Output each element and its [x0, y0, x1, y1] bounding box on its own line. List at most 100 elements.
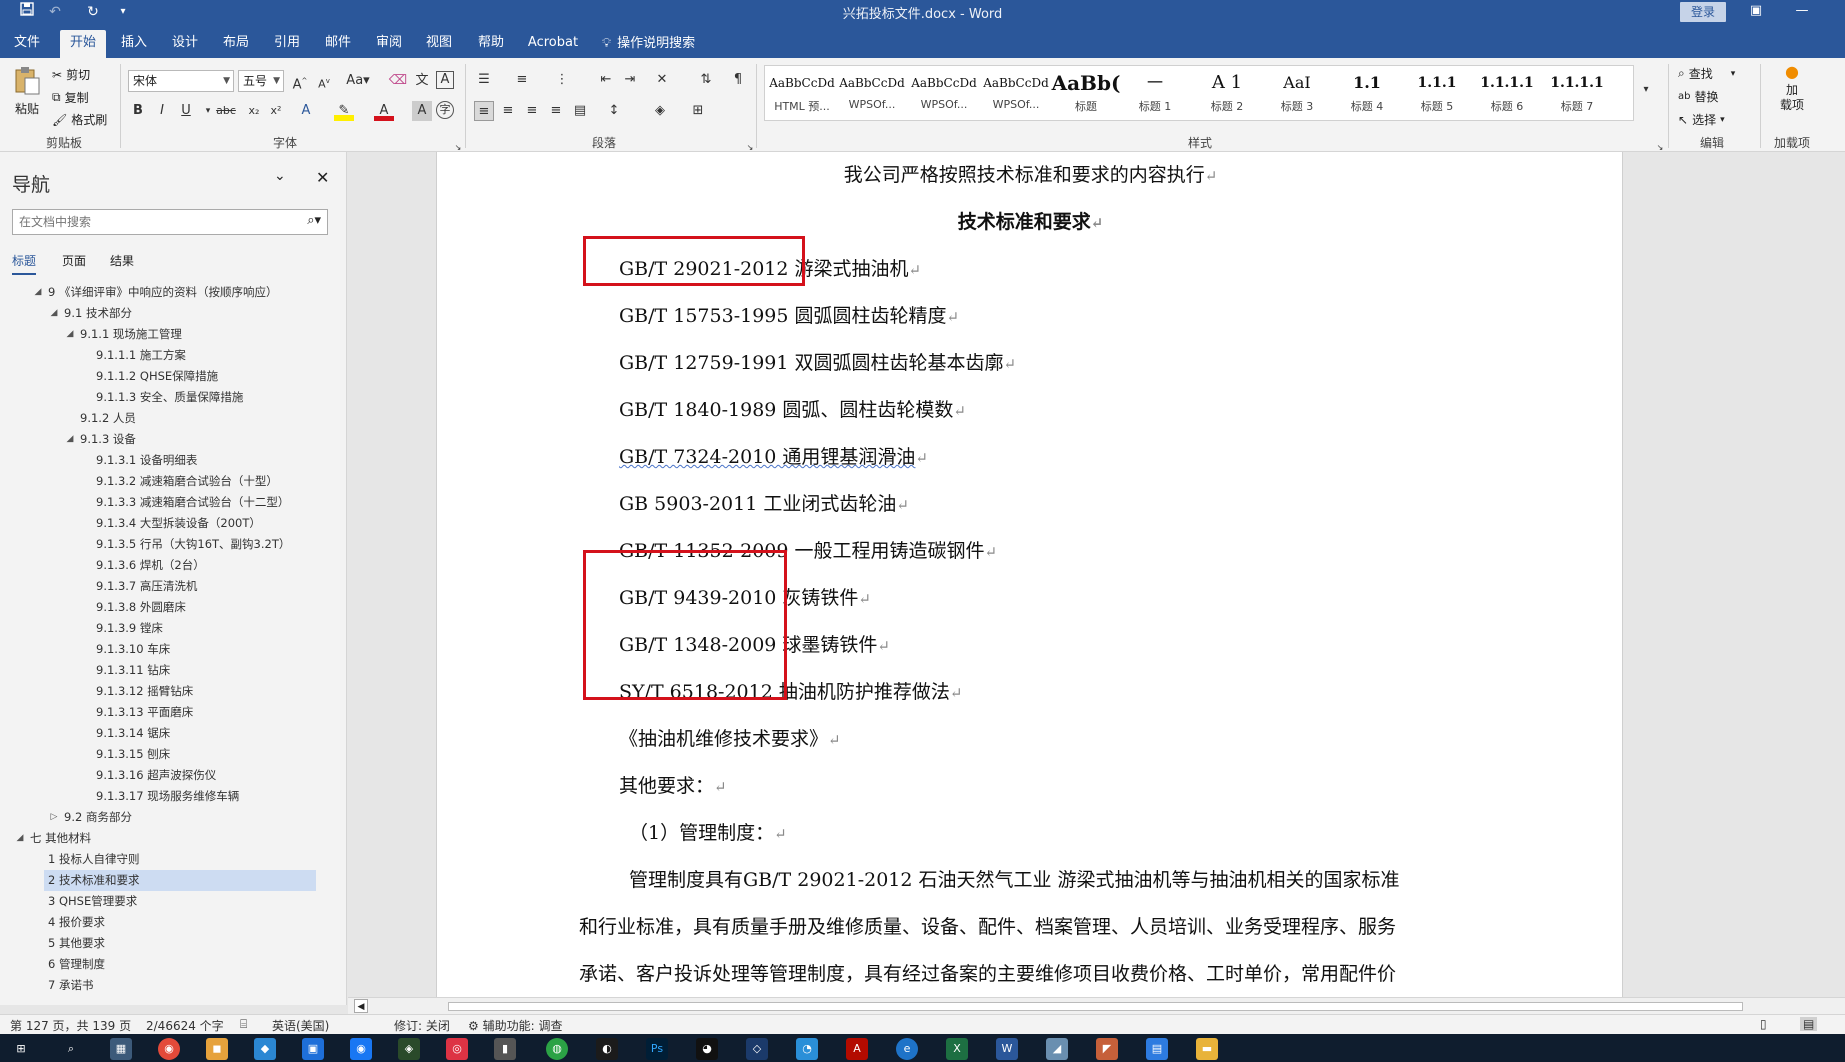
distributed-icon[interactable]: ▤: [570, 101, 590, 121]
style-item[interactable]: AaBbCcDd WPSOf...: [981, 68, 1051, 120]
nav-outline-item[interactable]: 9.1.3.4 大型拆装设备（200T）: [0, 513, 346, 534]
nav-outline-item[interactable]: 9.1.3.1 设备明细表: [0, 450, 346, 471]
tab-layout[interactable]: 布局: [216, 30, 256, 58]
chevron-down-icon[interactable]: ▾: [198, 101, 218, 121]
document-paragraph[interactable]: GB/T 15753-1995 圆弧圆柱齿轮精度↵: [619, 301, 959, 328]
numbering-icon[interactable]: ≡: [512, 70, 532, 90]
find-button[interactable]: ⌕ 查找 ▾: [1678, 65, 1735, 82]
wechat-icon[interactable]: ◍: [546, 1038, 568, 1060]
format-painter-button[interactable]: 🖌︎ 格式刷: [52, 111, 107, 128]
nav-outline-item[interactable]: ◢ 七 其他材料: [0, 828, 346, 849]
nav-outline-item[interactable]: 3 QHSE管理要求: [0, 891, 346, 912]
nav-outline-item[interactable]: 9.1.3.8 外圆磨床: [0, 597, 346, 618]
document-paragraph[interactable]: GB 5903-2011 工业闭式齿轮油↵: [619, 489, 909, 516]
document-paragraph[interactable]: 技术标准和要求↵: [437, 207, 1624, 234]
nav-outline-item[interactable]: 9.1.3.14 锯床: [0, 723, 346, 744]
borders-icon[interactable]: ⊞: [688, 101, 708, 121]
style-item[interactable]: AaBbCcDd WPSOf...: [909, 68, 979, 120]
track-changes-status[interactable]: 修订: 关闭: [394, 1017, 450, 1034]
shrink-font-icon[interactable]: Av: [314, 71, 334, 91]
nav-outline-item[interactable]: 4 报价要求: [0, 912, 346, 933]
nav-outline-item[interactable]: 6 管理制度: [0, 954, 346, 975]
highlight-icon[interactable]: ✎: [334, 101, 354, 121]
document-area[interactable]: 我公司严格按照技术标准和要求的内容执行↵ 技术标准和要求↵ GB/T 29021-2…: [348, 152, 1845, 997]
copy-button[interactable]: ⧉ 复制: [52, 89, 89, 106]
nav-outline-item[interactable]: 9.1.1.2 QHSE保障措施: [0, 366, 346, 387]
expand-icon[interactable]: ▷: [48, 807, 60, 828]
style-item[interactable]: AaI 标题 3: [1262, 68, 1332, 120]
underline-icon[interactable]: U: [176, 101, 196, 121]
nav-outline-item[interactable]: ▷ 9.2 商务部分: [0, 807, 346, 828]
nav-outline-item[interactable]: 9.1.3.7 高压清洗机: [0, 576, 346, 597]
scroll-thumb[interactable]: [448, 1002, 1743, 1011]
nav-tab-results[interactable]: 结果: [110, 252, 134, 269]
app-icon[interactable]: ◇: [746, 1038, 768, 1060]
horizontal-scrollbar[interactable]: ◀: [348, 997, 1845, 1014]
align-left-icon[interactable]: ≡: [474, 101, 494, 121]
tab-design[interactable]: 设计: [165, 30, 205, 58]
style-item[interactable]: A 1 标题 2: [1192, 68, 1262, 120]
clear-formatting-icon[interactable]: ⌫: [388, 71, 408, 91]
chevron-down-icon[interactable]: ⌄: [274, 168, 286, 184]
app-icon[interactable]: ▮: [494, 1038, 516, 1060]
minimize-icon[interactable]: —: [1790, 2, 1814, 22]
nav-tab-headings[interactable]: 标题: [12, 252, 37, 275]
style-item[interactable]: AaBbCcDd HTML 预...: [767, 68, 837, 120]
windows-start-icon[interactable]: ⊞: [10, 1038, 32, 1060]
document-paragraph[interactable]: 《抽油机维修技术要求》↵: [619, 724, 841, 751]
tab-references[interactable]: 引用: [267, 30, 307, 58]
language[interactable]: 英语(美国): [272, 1017, 329, 1034]
photoshop-icon[interactable]: Ps: [646, 1038, 668, 1060]
line-spacing-icon[interactable]: ↕: [604, 101, 624, 121]
style-item[interactable]: 1.1 标题 4: [1332, 68, 1402, 120]
collapse-icon[interactable]: ◢: [64, 324, 76, 345]
enclose-characters-icon[interactable]: 字: [436, 101, 454, 119]
superscript-icon[interactable]: x²: [266, 101, 286, 121]
show-marks-icon[interactable]: ¶: [728, 70, 748, 90]
close-icon[interactable]: ✕: [316, 168, 329, 187]
collapse-icon[interactable]: ◢: [14, 828, 26, 849]
excel-icon[interactable]: X: [946, 1038, 968, 1060]
app-icon[interactable]: ◼: [206, 1038, 228, 1060]
tab-home[interactable]: 开始: [60, 30, 106, 58]
nav-outline-item[interactable]: 9.1.3.3 减速箱磨合试验台（十二型）: [0, 492, 346, 513]
nav-outline-item[interactable]: 9.1.3.10 车床: [0, 639, 346, 660]
word-icon[interactable]: W: [996, 1038, 1018, 1060]
nav-search-input[interactable]: [13, 210, 283, 234]
nav-tab-pages[interactable]: 页面: [62, 252, 86, 269]
nav-outline-item[interactable]: ◢ 9 《详细评审》中响应的资料（按顺序响应）: [0, 282, 346, 303]
nav-outline-item[interactable]: 9.1.2 人员: [0, 408, 346, 429]
nav-outline-item[interactable]: 9.1.3.12 摇臂钻床: [0, 681, 346, 702]
nav-outline-item[interactable]: 9.1.3.15 刨床: [0, 744, 346, 765]
collapse-icon[interactable]: ◢: [48, 303, 60, 324]
login-button[interactable]: 登录: [1680, 2, 1726, 22]
proofing-icon[interactable]: ⌸: [240, 1017, 247, 1032]
nav-outline-item[interactable]: 9.1.3.5 行吊（大钩16T、副钩3.2T）: [0, 534, 346, 555]
chinese-layout-icon[interactable]: ✕: [652, 70, 672, 90]
collapse-icon[interactable]: ◢: [64, 429, 76, 450]
nav-outline-item[interactable]: 9.1.3.2 减速箱磨合试验台（十型）: [0, 471, 346, 492]
style-item[interactable]: 一标题 1: [1120, 68, 1190, 120]
nav-outline-item[interactable]: ◢ 9.1.1 现场施工管理: [0, 324, 346, 345]
document-paragraph[interactable]: 其他要求：↵: [619, 771, 727, 798]
font-name-select[interactable]: 宋体 ▼: [128, 70, 234, 92]
document-paragraph[interactable]: 我公司严格按照技术标准和要求的内容执行↵: [437, 160, 1624, 187]
multilevel-list-icon[interactable]: ⋮: [552, 70, 572, 90]
browser-icon[interactable]: e: [896, 1038, 918, 1060]
strikethrough-icon[interactable]: abc: [216, 101, 236, 121]
app-icon[interactable]: ▣: [302, 1038, 324, 1060]
page-count[interactable]: 第 127 页，共 139 页: [10, 1017, 131, 1034]
app-icon[interactable]: ◔: [796, 1038, 818, 1060]
app-icon[interactable]: ◐: [596, 1038, 618, 1060]
nav-outline-item[interactable]: 9.1.3.9 镗床: [0, 618, 346, 639]
shading-icon[interactable]: ◈: [650, 101, 670, 121]
app-icon[interactable]: ◆: [254, 1038, 276, 1060]
nav-outline-item[interactable]: 9.1.1.1 施工方案: [0, 345, 346, 366]
grow-font-icon[interactable]: A^: [290, 71, 310, 92]
font-color-icon[interactable]: A: [374, 101, 394, 121]
bold-icon[interactable]: B: [128, 101, 148, 121]
app-icon[interactable]: ◢: [1046, 1038, 1068, 1060]
document-paragraph[interactable]: 承诺、客户投诉处理等管理制度，具有经过备案的主要维修项目收费价格、工时单价，常用…: [579, 959, 1396, 986]
folder-icon[interactable]: ▬: [1196, 1038, 1218, 1060]
nav-outline-item[interactable]: 2 技术标准和要求: [44, 870, 316, 891]
